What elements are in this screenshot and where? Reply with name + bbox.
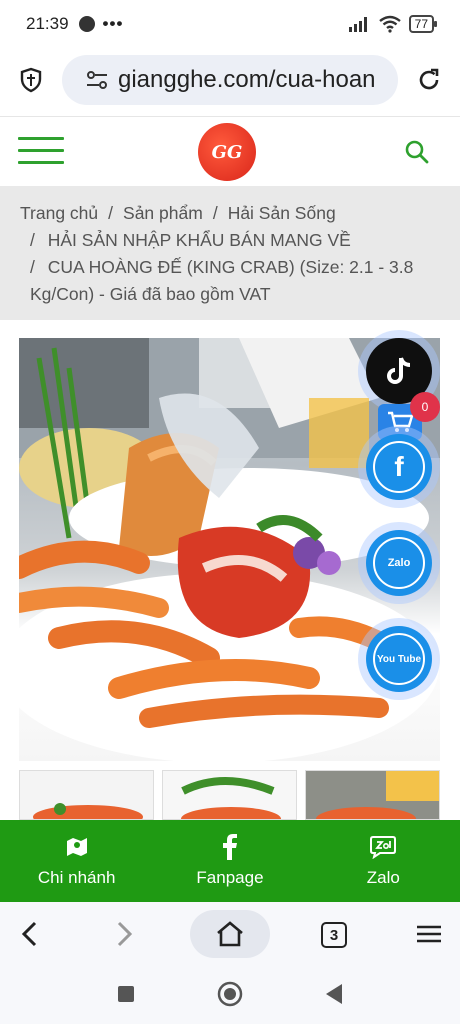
more-notifications-icon: ••• <box>102 14 124 33</box>
triangle-back-icon <box>326 984 342 1004</box>
nav-item-zalo[interactable]: Zalo <box>307 820 460 902</box>
site-logo[interactable]: GG <box>198 123 256 181</box>
product-thumbnail[interactable] <box>305 770 440 820</box>
map-icon <box>66 838 87 856</box>
breadcrumb-item-live-seafood[interactable]: Hải Sản Sống <box>228 203 336 223</box>
breadcrumb-item-imported-seafood[interactable]: HẢI SẢN NHẬP KHẨU BÁN MANG VỀ <box>48 230 351 250</box>
product-thumbnail[interactable] <box>162 770 297 820</box>
breadcrumb-separator: / <box>108 203 114 223</box>
home-button[interactable] <box>190 910 270 958</box>
hamburger-menu-icon[interactable] <box>18 137 64 165</box>
back-button[interactable] <box>14 918 46 950</box>
recent-apps-button[interactable] <box>116 984 136 1004</box>
site-bottom-nav: Chi nhánh Fanpage Zalo <box>0 820 460 902</box>
circle-icon <box>217 981 243 1007</box>
breadcrumb-item-home[interactable]: Trang chủ <box>20 203 98 223</box>
address-bar[interactable]: giangghe.com/cua-hoan <box>62 55 398 105</box>
facebook-icon <box>222 834 237 860</box>
product-thumbnails <box>19 770 440 820</box>
reload-icon[interactable] <box>416 67 442 93</box>
cart-icon <box>388 411 414 432</box>
facebook-button[interactable]: f <box>366 434 432 500</box>
battery-icon: 77 <box>408 15 438 33</box>
youtube-float-label: You Tube <box>376 653 422 665</box>
tab-count: 3 <box>321 922 347 948</box>
nav-label-fanpage: Fanpage <box>196 868 264 887</box>
site-settings-icon[interactable] <box>86 71 108 89</box>
system-back-button[interactable] <box>322 982 346 1006</box>
browser-address-row: giangghe.com/cua-hoan <box>0 52 460 108</box>
system-home-button[interactable] <box>216 980 244 1008</box>
breadcrumb-separator: / <box>212 203 218 223</box>
search-icon[interactable] <box>404 139 430 165</box>
wifi-icon <box>378 15 401 33</box>
product-thumbnail[interactable] <box>19 770 154 820</box>
signal-icon <box>348 17 367 32</box>
home-icon <box>217 921 243 947</box>
zalo-icon <box>370 836 397 859</box>
cart-count-badge: 0 <box>410 392 440 422</box>
chevron-right-icon <box>117 921 133 947</box>
tiktok-icon <box>387 357 411 384</box>
zalo-icon: Zalo <box>373 537 425 589</box>
url-text[interactable]: giangghe.com/cua-hoan <box>118 66 376 94</box>
shield-icon[interactable] <box>19 67 43 93</box>
browser-toolbar: 3 <box>0 902 460 966</box>
nav-item-fanpage[interactable]: Fanpage <box>153 820 306 902</box>
breadcrumb-separator: / <box>30 230 35 250</box>
breadcrumb: Trang chủ / Sản phẩm / Hải Sản Sống / HẢI SẢ… <box>0 186 460 320</box>
menu-icon <box>417 925 441 943</box>
messenger-icon <box>78 16 95 32</box>
nav-label-zalo: Zalo <box>366 868 400 887</box>
browser-menu-button[interactable] <box>412 918 446 950</box>
breadcrumb-current-line-2: Kg/Con) - Giá đã bao gồm VAT <box>30 284 271 304</box>
square-icon <box>118 986 134 1002</box>
breadcrumb-separator: / <box>30 257 35 277</box>
youtube-icon: You Tube <box>373 633 425 685</box>
zalo-float-label: Zalo <box>387 557 411 569</box>
breadcrumb-item-products[interactable]: Sản phẩm <box>123 203 203 223</box>
system-navigation-bar <box>0 966 460 1024</box>
forward-button[interactable] <box>108 918 140 950</box>
tabs-button[interactable]: 3 <box>318 919 350 951</box>
youtube-button[interactable]: You Tube <box>366 626 432 692</box>
nav-item-branches[interactable]: Chi nhánh <box>0 820 153 902</box>
chevron-left-icon <box>21 921 37 947</box>
nav-label-branches: Chi nhánh <box>37 868 116 887</box>
breadcrumb-current-line-1: CUA HOÀNG ĐẾ (KING CRAB) (Size: 2.1 - 3.… <box>47 257 414 277</box>
status-time: 21:39 <box>26 14 69 33</box>
facebook-icon: f <box>373 441 425 493</box>
status-bar: 21:39 ••• 77 <box>0 0 460 48</box>
site-header: GG <box>0 116 460 186</box>
zalo-button[interactable]: Zalo <box>366 530 432 596</box>
